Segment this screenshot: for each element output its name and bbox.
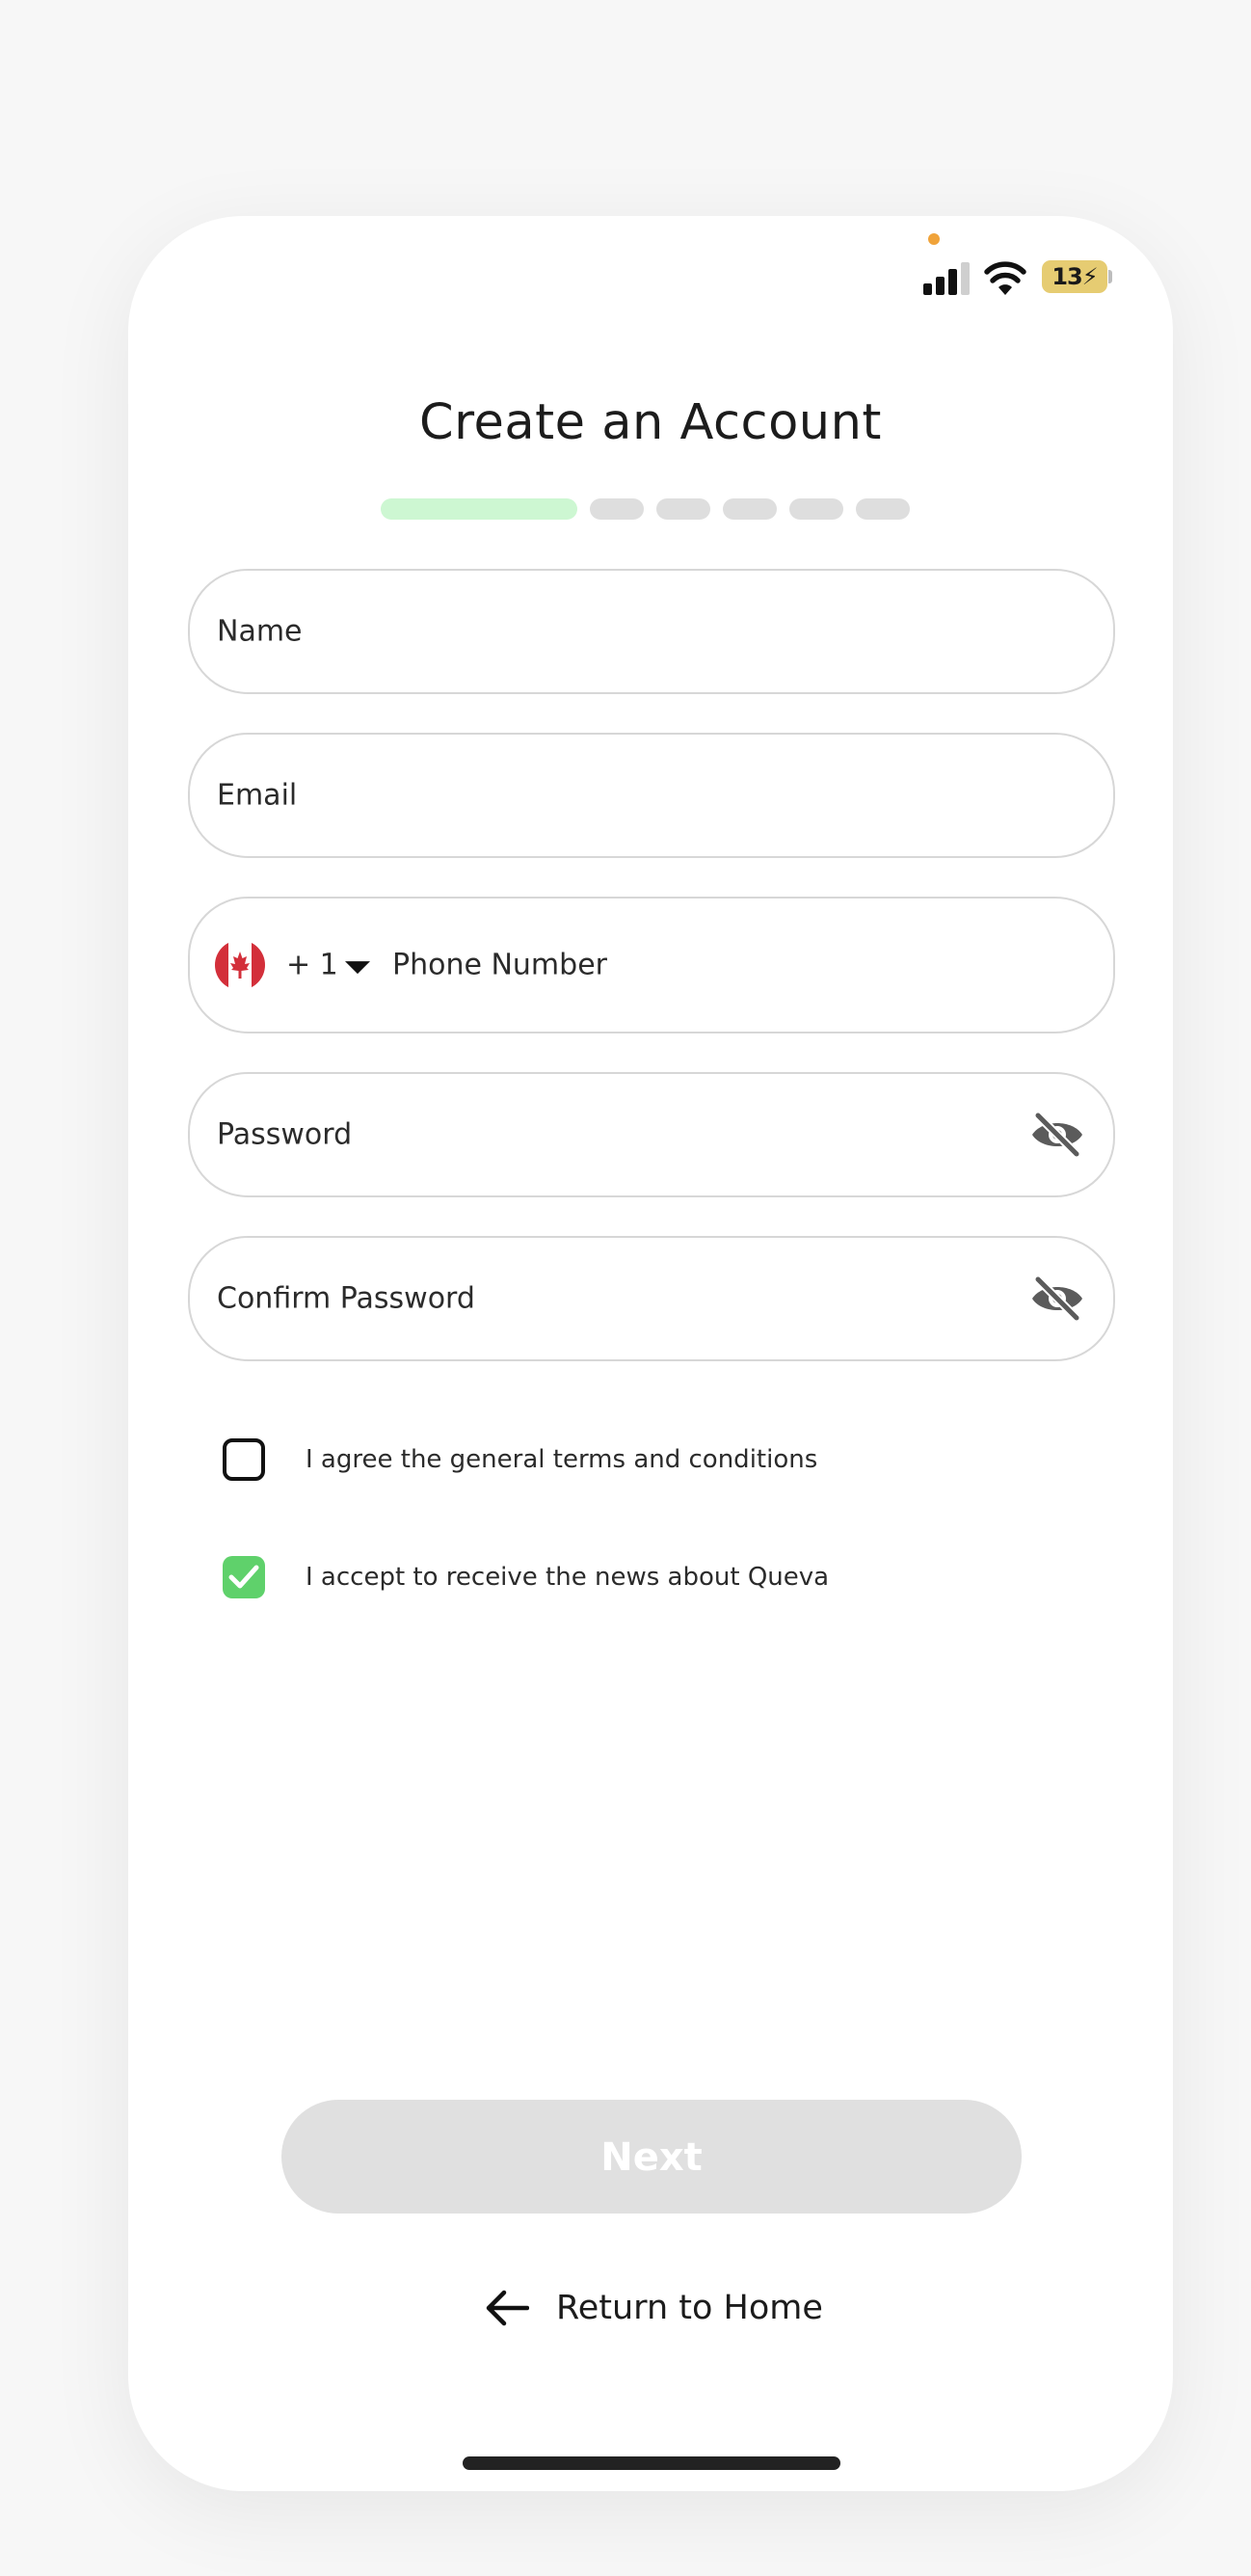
- confirm-password-placeholder: Confirm Password: [217, 1281, 475, 1316]
- return-label: Return to Home: [556, 2289, 823, 2327]
- return-to-home-link[interactable]: Return to Home: [485, 2281, 823, 2335]
- progress-step-1: [381, 498, 577, 520]
- phone-field[interactable]: + 1 Phone Number: [188, 897, 1115, 1033]
- wifi-icon: [984, 261, 1026, 295]
- next-button[interactable]: Next: [281, 2100, 1022, 2214]
- country-code[interactable]: + 1: [286, 949, 338, 982]
- progress-step-6: [856, 498, 910, 520]
- home-indicator: [463, 2456, 840, 2470]
- news-label: I accept to receive the news about Queva: [306, 1563, 830, 1592]
- chevron-down-icon[interactable]: [345, 961, 370, 975]
- page-title: Create an Account: [419, 394, 882, 451]
- progress-step-2: [590, 498, 644, 520]
- step-progress-indicator: [381, 498, 910, 520]
- checkmark-icon: [228, 1565, 259, 1589]
- password-placeholder: Password: [217, 1117, 353, 1152]
- battery-level: 13: [1051, 263, 1082, 290]
- password-field[interactable]: Password: [188, 1072, 1115, 1197]
- progress-step-3: [656, 498, 710, 520]
- eye-off-icon[interactable]: [1028, 1110, 1086, 1160]
- phone-screen: 13⚡ Create an Account Name Email + 1 Pho…: [128, 216, 1173, 2491]
- terms-checkbox[interactable]: [223, 1438, 265, 1481]
- name-placeholder: Name: [217, 614, 303, 649]
- signal-icon: [923, 262, 970, 295]
- eye-off-icon[interactable]: [1028, 1274, 1086, 1324]
- name-field[interactable]: Name: [188, 569, 1115, 694]
- battery-tip: [1108, 270, 1112, 283]
- email-field[interactable]: Email: [188, 733, 1115, 858]
- battery-charging-icon: 13⚡: [1042, 260, 1107, 293]
- email-placeholder: Email: [217, 778, 298, 813]
- arrow-left-icon: [486, 2290, 529, 2326]
- phone-placeholder: Phone Number: [392, 948, 607, 982]
- terms-label: I agree the general terms and conditions: [306, 1445, 818, 1474]
- confirm-password-field[interactable]: Confirm Password: [188, 1236, 1115, 1361]
- progress-step-5: [789, 498, 843, 520]
- charging-bolt-icon: ⚡: [1081, 263, 1099, 290]
- news-checkbox[interactable]: [223, 1556, 265, 1598]
- news-checkbox-row[interactable]: I accept to receive the news about Queva: [223, 1554, 829, 1600]
- terms-checkbox-row[interactable]: I agree the general terms and conditions: [223, 1436, 817, 1483]
- progress-step-4: [723, 498, 777, 520]
- canada-flag-icon[interactable]: [215, 940, 265, 990]
- privacy-indicator-dot: [928, 233, 940, 245]
